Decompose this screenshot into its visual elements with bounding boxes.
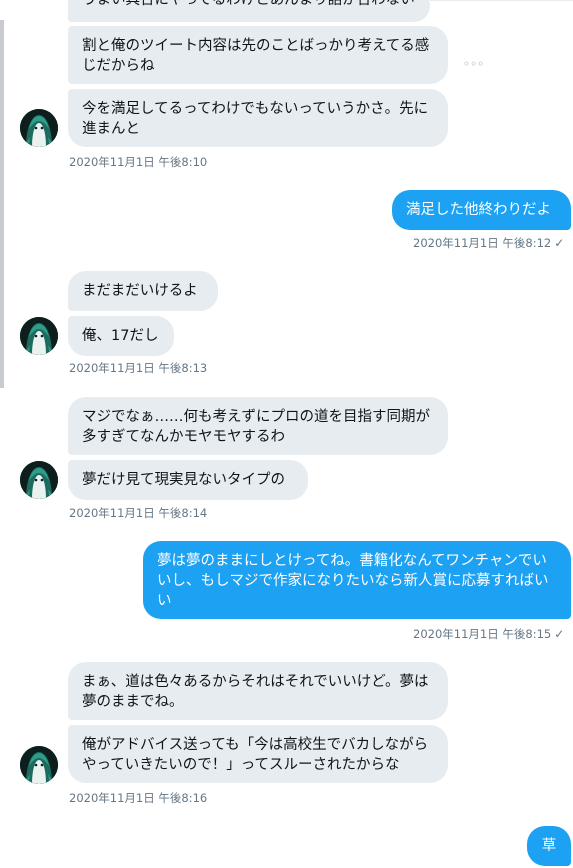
scrollbar[interactable] — [0, 20, 4, 388]
message-bubble[interactable]: まだまだいけるよ — [68, 271, 218, 311]
message-bubble[interactable]: 今を満足してるってわけでもないっていうかさ。先に進まんと — [68, 89, 448, 147]
avatar-anime-character-icon — [20, 461, 58, 499]
message-bubble[interactable]: うまい具合にやってるわけとあんまり話か合わない — [68, 0, 430, 22]
avatar[interactable] — [20, 461, 58, 499]
message-bubble[interactable]: 夢だけ見て現実見ないタイプの — [68, 460, 308, 500]
sent-check-icon: ✓ — [554, 627, 565, 641]
message-timestamp: 2020年11月1日 午後8:10 — [69, 155, 208, 169]
message-bubble[interactable]: 俺がアドバイス送っても「今は高校生でバカしながらやっていきたいので！」ってスルー… — [68, 725, 448, 783]
avatar[interactable] — [20, 109, 58, 147]
message-bubble[interactable]: まぁ、道は色々あるからそれはそれでいいけど。夢は夢のままでね。 — [68, 662, 448, 720]
sent-message-bubble[interactable]: 草 — [527, 826, 571, 866]
message-bubble[interactable]: 割と俺のツイート内容は先のことばっかり考えてる感じだからね — [68, 26, 448, 84]
avatar-anime-character-icon — [20, 317, 58, 355]
dm-conversation: うまい具合にやってるわけとあんまり話か合わない 割と俺のツイート内容は先のことば… — [0, 0, 573, 868]
message-timestamp: 2020年11月1日 午後8:16 — [69, 791, 208, 805]
avatar-anime-character-icon — [20, 109, 58, 147]
sent-message-bubble[interactable]: 満足した他終わりだよ — [392, 190, 571, 230]
message-timestamp: 2020年11月1日 午後8:13 — [69, 361, 208, 375]
sent-message-bubble[interactable]: 夢は夢のままにしとけってね。書籍化なんてワンチャンでいいし、もしマジで作家になり… — [143, 541, 571, 619]
top-divider — [430, 0, 573, 1]
message-timestamp: 2020年11月1日 午後8:12 ✓ — [413, 236, 565, 250]
avatar[interactable] — [20, 317, 58, 355]
more-options-icon[interactable]: ◦◦◦ — [463, 57, 484, 71]
avatar-anime-character-icon — [20, 746, 58, 784]
message-timestamp: 2020年11月1日 午後8:15 ✓ — [413, 627, 565, 641]
sent-check-icon: ✓ — [554, 236, 565, 250]
avatar[interactable] — [20, 746, 58, 784]
message-bubble[interactable]: マジでなぁ……何も考えずにプロの道を目指す同期が多すぎてなんかモヤモヤするわ — [68, 397, 448, 455]
message-bubble[interactable]: 俺、17だし — [68, 316, 174, 356]
message-timestamp: 2020年11月1日 午後8:14 — [69, 506, 208, 520]
